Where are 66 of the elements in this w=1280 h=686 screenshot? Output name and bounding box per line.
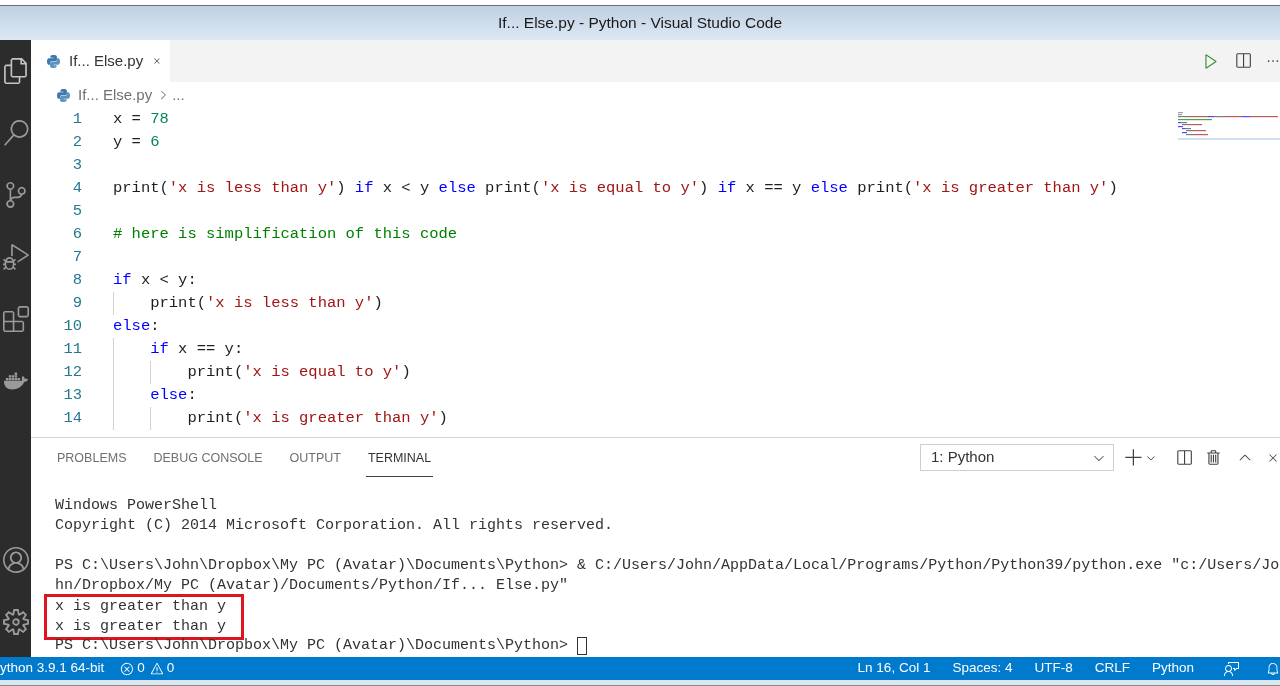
bell-icon[interactable] [1266,661,1280,676]
line-number: 14 [62,407,82,429]
editor-tab[interactable]: If... Else.py [31,40,170,82]
line-number: 7 [71,246,82,268]
cursor-position[interactable]: Ln 16, Col 1 [857,658,931,679]
error-icon[interactable] [120,661,135,676]
terminal-line: PS C:\Users\John\Dropbox\My PC (Avatar)\Documents\Python> & C:/Users/John/AppData/Local/Programs/Python/Python39/python.exe "c:/Users/Jo [55,556,1280,576]
code-line: # here is simplification of this code [113,224,458,245]
indentation-status[interactable]: Spaces: 4 [952,658,1013,679]
window-title: If... Else.py - Python - Visual Studio Code [498,13,782,34]
account-icon[interactable] [2,547,29,573]
split-terminal-icon[interactable] [1175,448,1193,467]
search-icon[interactable] [2,120,29,146]
code-line: print('x is less than y') if x < y else print('x is equal to y') if x == y else print('x is greater than y') [113,178,1118,199]
breadcrumb-item[interactable]: ... [172,83,185,107]
terminal-prompt: PS C:\Users\John\Dropbox\My PC (Avatar)\Documents\Python> [55,636,569,656]
line-number: 10 [62,315,82,337]
panel-tab[interactable]: TERMINAL [365,443,434,477]
line-number: 9 [71,292,82,314]
warning-count[interactable]: 0 [166,658,175,679]
line-number: 3 [71,154,82,176]
line-ending-status[interactable]: CRLF [1094,658,1130,679]
error-count[interactable]: 0 [137,658,145,679]
terminal-select[interactable]: 1: Python [920,444,1114,471]
panel-tab[interactable]: OUTPUT [287,443,343,477]
line-number: 12 [62,361,82,383]
line-number: 4 [71,177,82,199]
trash-icon[interactable] [1205,448,1223,467]
terminal-line: Windows PowerShell [55,496,218,516]
code-line: else: [113,384,197,407]
panel-tab[interactable]: PROBLEMS [55,443,129,477]
terminal-line: x is greater than y [55,617,227,637]
line-number: 6 [71,223,82,245]
code-line: print('x is greater than y') [113,407,448,430]
line-number: 2 [71,131,82,153]
code-line: else: [113,316,160,337]
file-type-icon [57,88,70,102]
warning-icon[interactable] [149,661,164,676]
line-number: 8 [71,269,82,291]
split-editor-icon[interactable] [1234,52,1252,70]
line-number: 11 [62,338,82,360]
files-icon[interactable] [2,58,29,84]
code-line: y = 6 [113,132,160,153]
encoding-status[interactable]: UTF-8 [1034,658,1073,679]
code-line: print('x is equal to y') [113,361,411,384]
line-number: 5 [71,200,82,222]
terminal-line: hn/Dropbox/My PC (Avatar)/Documents/Python/If... Else.py" [55,576,569,596]
code-line: if x == y: [113,338,244,361]
line-number: 13 [62,384,82,406]
feedback-icon[interactable] [1224,660,1240,677]
terminal-line: x is greater than y [55,597,227,617]
panel-tab[interactable]: DEBUG CONSOLE [151,443,265,477]
plus-icon[interactable] [1124,447,1144,468]
cursor-icon [577,637,588,655]
language-mode[interactable]: Python [1151,658,1194,679]
code-line: if x < y: [113,270,197,291]
code-line: print('x is less than y') [113,292,383,315]
file-type-icon [47,54,60,68]
breadcrumb-item[interactable]: If... Else.py [78,83,153,107]
settings-icon[interactable] [2,609,29,635]
line-number: 1 [71,108,82,130]
extensions-icon[interactable] [2,306,29,332]
code-line: x = 78 [113,109,169,130]
run-debug-icon[interactable] [2,244,29,270]
interpreter-status[interactable]: ython 3.9.1 64-bit [0,658,105,679]
terminal-line: Copyright (C) 2014 Microsoft Corporation. All rights reserved. [55,516,614,536]
